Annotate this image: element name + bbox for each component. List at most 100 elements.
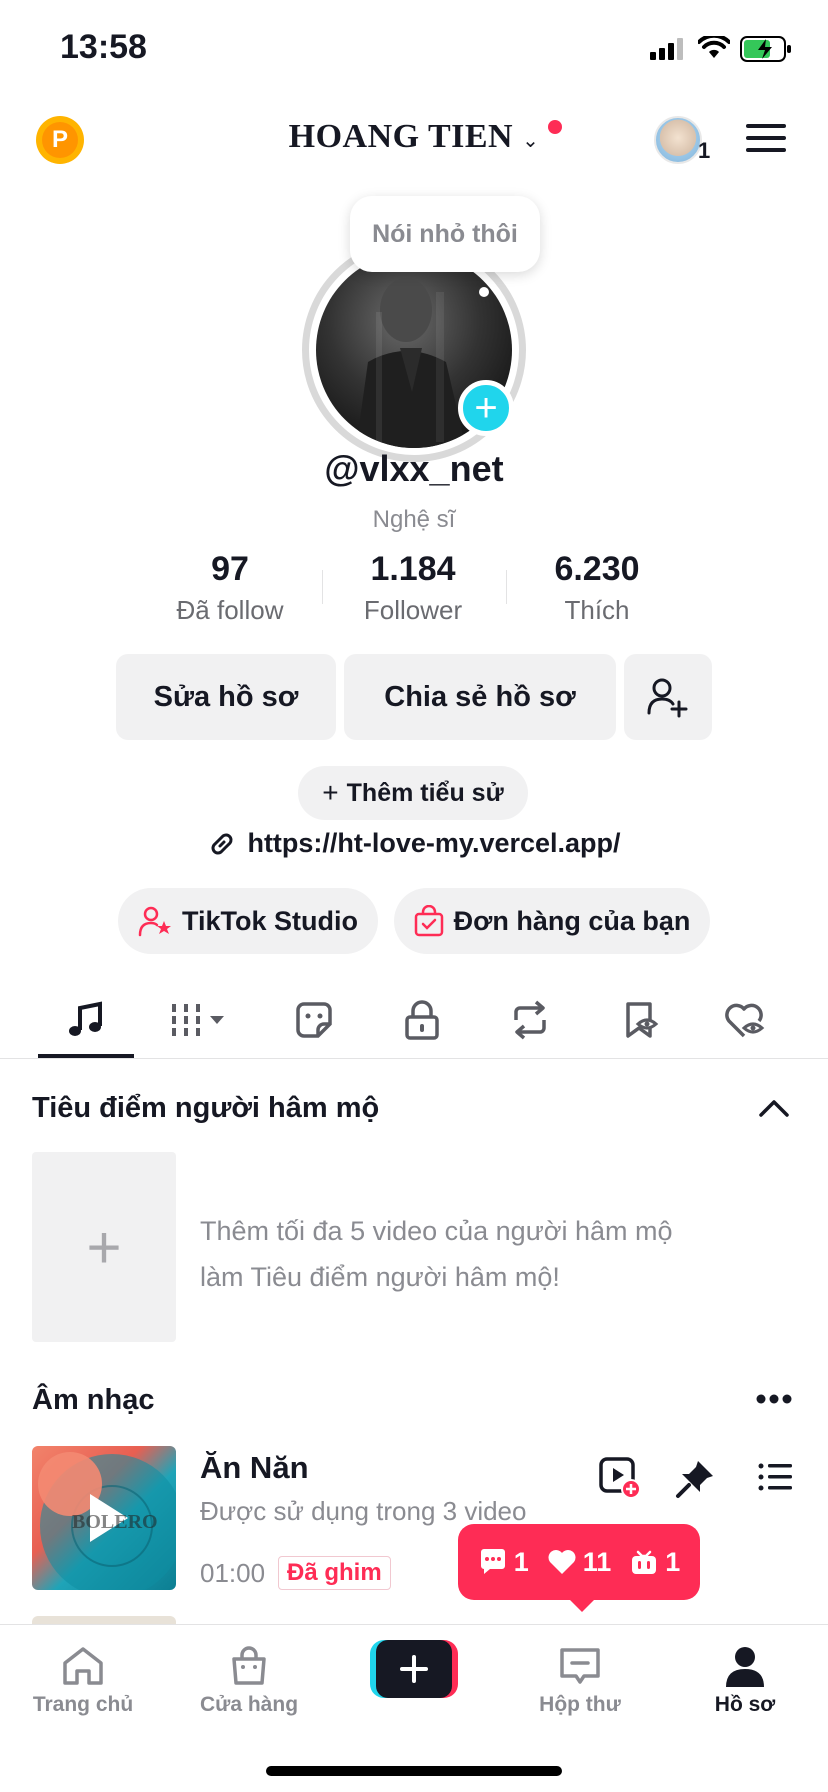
tab-divider bbox=[0, 1058, 828, 1059]
nav-inbox[interactable]: Hộp thư bbox=[497, 1636, 663, 1726]
account-count: 1 bbox=[698, 138, 711, 163]
note-text: Nói nhỏ thôi bbox=[372, 219, 518, 248]
plus-icon: + bbox=[474, 386, 498, 430]
share-profile-button[interactable]: Chia sẻ hồ sơ bbox=[344, 654, 616, 740]
chevron-down-icon: ⌄ bbox=[522, 128, 540, 152]
add-friend-button[interactable] bbox=[624, 654, 712, 740]
lock-icon bbox=[405, 1000, 439, 1040]
stat-likes[interactable]: 6.230 Thích bbox=[507, 550, 687, 626]
profile-handle: @vlxx_net bbox=[324, 448, 504, 489]
tab-favorites[interactable] bbox=[590, 990, 690, 1050]
shop-bag-icon bbox=[232, 1646, 266, 1685]
plus-icon bbox=[400, 1655, 428, 1683]
other-account-button[interactable]: 1 bbox=[654, 116, 710, 166]
home-indicator bbox=[266, 1766, 562, 1776]
studio-label: TikTok Studio bbox=[181, 905, 358, 936]
comments-count: 1 bbox=[478, 1547, 529, 1578]
add-spotlight-button[interactable]: + bbox=[32, 1152, 176, 1342]
comments-value: 1 bbox=[513, 1546, 529, 1577]
nav-inbox-label: Hộp thư bbox=[539, 1693, 621, 1716]
likes-value: 11 bbox=[582, 1546, 612, 1577]
comment-icon bbox=[480, 1549, 505, 1574]
orders-chip[interactable]: Đơn hàng của bạn bbox=[394, 888, 710, 954]
tab-liked[interactable] bbox=[696, 990, 796, 1050]
link-text: https://ht-love-my.vercel.app/ bbox=[247, 828, 621, 858]
stat-label: Đã follow bbox=[176, 595, 284, 625]
stat-followers[interactable]: 1.184 Follower bbox=[323, 550, 503, 626]
activity-popup[interactable]: 1 11 1 bbox=[458, 1524, 700, 1600]
nav-home-label: Trang chủ bbox=[32, 1693, 134, 1716]
bookmark-hidden-icon bbox=[626, 1002, 659, 1038]
likes-count: 11 bbox=[547, 1546, 612, 1578]
add-bio-button[interactable]: + Thêm tiểu sử bbox=[298, 766, 528, 820]
studio-icon bbox=[138, 906, 171, 937]
followers-count: 1 bbox=[629, 1547, 680, 1578]
tab-music[interactable] bbox=[36, 990, 136, 1050]
tab-stickers[interactable] bbox=[264, 990, 364, 1050]
account-name: HOANG TIEN bbox=[288, 118, 514, 155]
plus-icon: + bbox=[322, 777, 339, 808]
playlist-icon[interactable] bbox=[758, 1462, 792, 1497]
nav-shop-label: Cửa hàng bbox=[199, 1693, 299, 1716]
tiktok-studio-chip[interactable]: TikTok Studio bbox=[118, 888, 378, 954]
fan-spotlight-title: Tiêu điểm người hâm mộ bbox=[32, 1092, 380, 1124]
nav-home[interactable]: Trang chủ bbox=[0, 1636, 166, 1726]
create-button-core bbox=[376, 1640, 452, 1698]
cellular-icon bbox=[650, 38, 686, 65]
music-section-title: Âm nhạc bbox=[32, 1384, 155, 1416]
nav-profile[interactable]: Hồ sơ bbox=[662, 1636, 828, 1726]
note-bubble[interactable]: Nói nhỏ thôi bbox=[350, 196, 540, 272]
tab-private[interactable] bbox=[372, 990, 472, 1050]
song-duration: 01:00 bbox=[200, 1558, 266, 1588]
stat-value: 1.184 bbox=[370, 550, 456, 588]
battery-icon bbox=[740, 36, 792, 67]
add-bio-label: Thêm tiểu sử bbox=[346, 778, 504, 807]
plus-icon: + bbox=[86, 1213, 122, 1281]
orders-label: Đơn hàng của bạn bbox=[453, 905, 691, 936]
repost-icon bbox=[514, 1000, 546, 1040]
grid-icon bbox=[172, 1004, 224, 1036]
stat-value: 97 bbox=[211, 550, 249, 588]
heart-icon bbox=[548, 1550, 576, 1574]
status-time: 13:58 bbox=[60, 28, 147, 66]
create-button[interactable] bbox=[370, 1640, 458, 1698]
stat-value: 6.230 bbox=[554, 550, 640, 588]
sticker-icon bbox=[296, 1002, 332, 1038]
add-user-icon bbox=[647, 678, 688, 718]
nav-profile-label: Hồ sơ bbox=[714, 1693, 776, 1716]
link-icon bbox=[211, 833, 233, 854]
song-usage: Được sử dụng trong 3 video bbox=[200, 1496, 527, 1526]
follower-icon bbox=[632, 1550, 657, 1574]
music-note-icon bbox=[69, 1001, 102, 1036]
thumbnail-text: BOLERO bbox=[72, 1511, 158, 1533]
song-title[interactable]: Ăn Năn bbox=[200, 1450, 309, 1486]
edit-profile-button[interactable]: Sửa hồ sơ bbox=[116, 654, 336, 740]
create-video-icon[interactable] bbox=[598, 1456, 642, 1505]
profile-role: Nghệ sĩ bbox=[372, 506, 456, 533]
popup-arrow bbox=[568, 1598, 596, 1612]
stat-label: Follower bbox=[363, 595, 463, 625]
followers-value: 1 bbox=[665, 1546, 681, 1577]
stat-following[interactable]: 97 Đã follow bbox=[140, 550, 320, 626]
home-icon bbox=[63, 1647, 103, 1685]
pinned-badge: Đã ghim bbox=[278, 1556, 391, 1590]
notification-dot bbox=[548, 120, 562, 134]
heart-hidden-icon bbox=[725, 1003, 765, 1038]
spotlight-empty-line: làm Tiêu điểm người hâm mộ! bbox=[200, 1262, 560, 1292]
music-thumbnail[interactable]: BOLERO bbox=[32, 1446, 176, 1590]
more-options-icon[interactable] bbox=[756, 1392, 792, 1411]
add-story-button[interactable]: + bbox=[458, 380, 514, 436]
tab-reposts[interactable] bbox=[480, 990, 580, 1050]
profile-link[interactable]: https://ht-love-my.vercel.app/ bbox=[0, 828, 828, 859]
shopping-bag-icon bbox=[414, 905, 443, 937]
tab-videos[interactable] bbox=[150, 990, 250, 1050]
menu-icon[interactable] bbox=[746, 122, 786, 159]
wifi-icon bbox=[697, 33, 731, 65]
stat-label: Thích bbox=[564, 595, 630, 625]
profile-icon bbox=[726, 1647, 764, 1687]
spotlight-empty-text: Thêm tối đa 5 video của người hâm mộ làm… bbox=[200, 1208, 720, 1300]
spotlight-empty-line: Thêm tối đa 5 video của người hâm mộ bbox=[200, 1216, 673, 1246]
collapse-chevron-icon[interactable] bbox=[758, 1096, 790, 1125]
nav-shop[interactable]: Cửa hàng bbox=[166, 1636, 332, 1726]
pin-icon[interactable] bbox=[674, 1458, 716, 1505]
